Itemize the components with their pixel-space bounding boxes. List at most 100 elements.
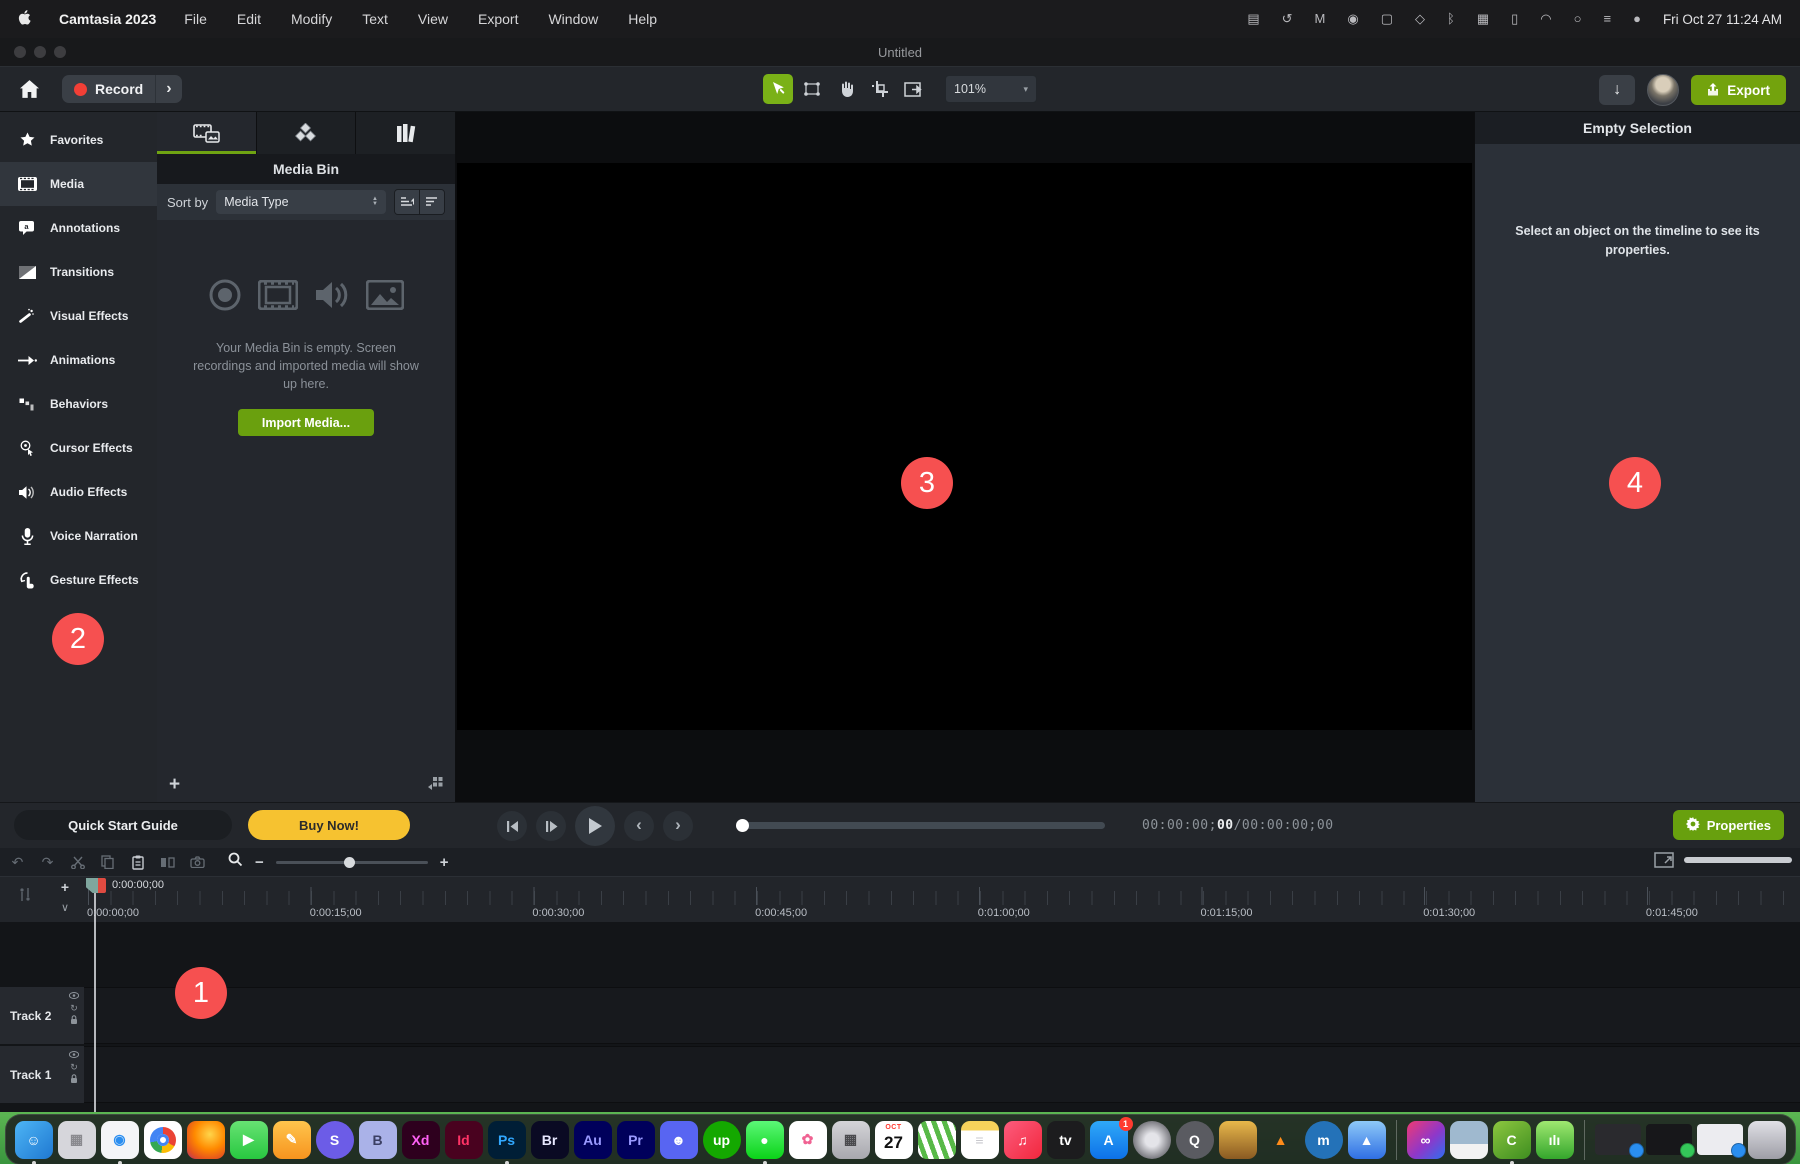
dock-item-adobe-bridge[interactable]: Br: [531, 1121, 569, 1159]
wifi-icon[interactable]: ◠: [1540, 11, 1551, 27]
dock-item-upwork[interactable]: up: [703, 1121, 741, 1159]
previous-clip-button[interactable]: ‹: [624, 811, 654, 841]
edit-in-place-tool-button[interactable]: [899, 74, 929, 104]
sidebar-item-visual-effects[interactable]: Visual Effects: [0, 294, 157, 338]
sidebar-item-animations[interactable]: Animations: [0, 338, 157, 382]
playhead-out-marker[interactable]: [98, 878, 106, 893]
dock-item-finder[interactable]: ☺: [15, 1121, 53, 1159]
dock-item-mountain-app[interactable]: ▲: [1348, 1121, 1386, 1159]
timeline-zoom-slider[interactable]: [276, 861, 428, 864]
camera-indicator-icon[interactable]: ●: [1633, 11, 1641, 27]
display-icon[interactable]: ▦: [1477, 11, 1489, 27]
record-button-main[interactable]: Record: [62, 75, 155, 103]
dock-item-firefox[interactable]: [187, 1121, 225, 1159]
dock-item-numbers-app[interactable]: ılı: [1536, 1121, 1574, 1159]
bluetooth-icon[interactable]: ᛒ: [1447, 11, 1455, 27]
menu-file[interactable]: File: [184, 11, 207, 27]
export-button[interactable]: Export: [1691, 75, 1786, 105]
screenshot-camera-button[interactable]: [186, 852, 209, 872]
track-header[interactable]: Track 2↻: [0, 987, 84, 1044]
sidebar-item-cursor-effects[interactable]: Cursor Effects: [0, 426, 157, 470]
film-strip-icon[interactable]: ▤: [1247, 11, 1259, 27]
dock-item-tiki-cocktail-app[interactable]: [1219, 1121, 1257, 1159]
zoom-window-button[interactable]: [54, 46, 66, 58]
redo-button[interactable]: ↷: [36, 852, 59, 872]
dock-item-notes[interactable]: ≡: [961, 1121, 999, 1159]
time-machine-icon[interactable]: ↺: [1282, 11, 1293, 27]
dock-item-window-thumb-safari-dark[interactable]: [1595, 1124, 1641, 1155]
menu-text[interactable]: Text: [362, 11, 388, 27]
canvas-zoom-select[interactable]: 101% ▾: [945, 75, 1037, 103]
timeline-horizontal-scrollbar[interactable]: [1684, 857, 1792, 863]
dock-item-apple-music[interactable]: ♫: [1004, 1121, 1042, 1159]
timeline-zoom-out-button[interactable]: −: [255, 854, 264, 871]
track-loop-icon[interactable]: ↻: [70, 1062, 78, 1072]
apple-logo-icon[interactable]: [18, 10, 31, 28]
record-button[interactable]: Record ›: [62, 75, 182, 103]
sidebar-item-behaviors[interactable]: Behaviors: [0, 382, 157, 426]
paste-button[interactable]: [126, 852, 149, 872]
dock-item-facetime[interactable]: ▶: [230, 1121, 268, 1159]
timeline-ruler[interactable]: + ∨ 0:00:00;00 0:00:00;000:00:15;000:00:…: [0, 877, 1800, 922]
user-avatar[interactable]: [1647, 74, 1679, 106]
dock-item-window-thumb-terminal[interactable]: [1646, 1124, 1692, 1155]
shape-icon[interactable]: ◇: [1415, 11, 1425, 27]
playhead-stem[interactable]: [94, 893, 96, 1112]
track-visibility-eye-icon[interactable]: [69, 1050, 79, 1060]
cut-button[interactable]: [66, 852, 89, 872]
dock-item-vlc[interactable]: ▲: [1262, 1121, 1300, 1159]
next-clip-button[interactable]: ›: [663, 811, 693, 841]
menu-view[interactable]: View: [418, 11, 448, 27]
crop-tool-button[interactable]: [865, 74, 895, 104]
playhead[interactable]: [86, 878, 106, 893]
split-button[interactable]: [156, 852, 179, 872]
track-lock-icon[interactable]: [70, 1074, 78, 1085]
previous-frame-button[interactable]: [497, 811, 527, 841]
dock-item-camtasia[interactable]: C: [1493, 1121, 1531, 1159]
menu-export[interactable]: Export: [478, 11, 518, 27]
spotlight-icon[interactable]: ○: [1574, 11, 1582, 27]
menu-bar-clock[interactable]: Fri Oct 27 11:24 AM: [1663, 12, 1782, 27]
track-lock-icon[interactable]: [70, 1015, 78, 1026]
dock-item-mamp-elephant-app[interactable]: m: [1305, 1121, 1343, 1159]
network-alert-icon[interactable]: ◉: [1347, 11, 1358, 27]
play-button[interactable]: [575, 806, 615, 846]
dock-item-photo-viewer-app[interactable]: [1450, 1121, 1488, 1159]
sidebar-item-favorites[interactable]: Favorites: [0, 118, 157, 162]
sidebar-item-voice-narration[interactable]: Voice Narration: [0, 514, 157, 558]
dock-item-messages[interactable]: ●: [746, 1121, 784, 1159]
tab-effects-packages[interactable]: [257, 112, 357, 154]
pointer-tool-button[interactable]: [763, 74, 793, 104]
dock-item-s-app[interactable]: S: [316, 1121, 354, 1159]
dock-item-apple-tv[interactable]: tv: [1047, 1121, 1085, 1159]
dock-item-adobe-photoshop[interactable]: Ps: [488, 1121, 526, 1159]
dock-item-adobe-creative-cloud[interactable]: ∞: [1407, 1121, 1445, 1159]
control-center-icon[interactable]: ≡: [1603, 11, 1611, 27]
dock-item-app-store[interactable]: A1: [1090, 1121, 1128, 1159]
next-frame-button[interactable]: [536, 811, 566, 841]
add-media-button[interactable]: +: [169, 774, 180, 796]
add-track-button[interactable]: +: [56, 879, 74, 895]
menu-help[interactable]: Help: [628, 11, 657, 27]
track-header[interactable]: Track 1↻: [0, 1046, 84, 1103]
sort-descending-button[interactable]: [419, 190, 444, 214]
download-button[interactable]: ↓: [1599, 75, 1635, 105]
menu-modify[interactable]: Modify: [291, 11, 332, 27]
record-options-chevron[interactable]: ›: [155, 75, 181, 103]
dock-item-adobe-indesign[interactable]: Id: [445, 1121, 483, 1159]
dock-item-adobe-audition[interactable]: Au: [574, 1121, 612, 1159]
sidebar-item-gesture-effects[interactable]: Gesture Effects: [0, 558, 157, 602]
pan-hand-tool-button[interactable]: [831, 74, 861, 104]
menu-app-name[interactable]: Camtasia 2023: [59, 11, 156, 27]
home-button[interactable]: [16, 77, 42, 101]
playback-scrubber[interactable]: [737, 822, 1105, 829]
track-options-icon[interactable]: [18, 885, 32, 910]
sidebar-item-audio-effects[interactable]: Audio Effects: [0, 470, 157, 514]
copy-button[interactable]: [96, 852, 119, 872]
dock-item-pages[interactable]: ✎: [273, 1121, 311, 1159]
edit-points-tool-button[interactable]: [797, 74, 827, 104]
scrubber-thumb[interactable]: [736, 819, 749, 832]
sidebar-item-annotations[interactable]: aAnnotations: [0, 206, 157, 250]
dock-item-speaker-grille-app[interactable]: [1133, 1121, 1171, 1159]
track-lane[interactable]: [84, 1046, 1800, 1103]
